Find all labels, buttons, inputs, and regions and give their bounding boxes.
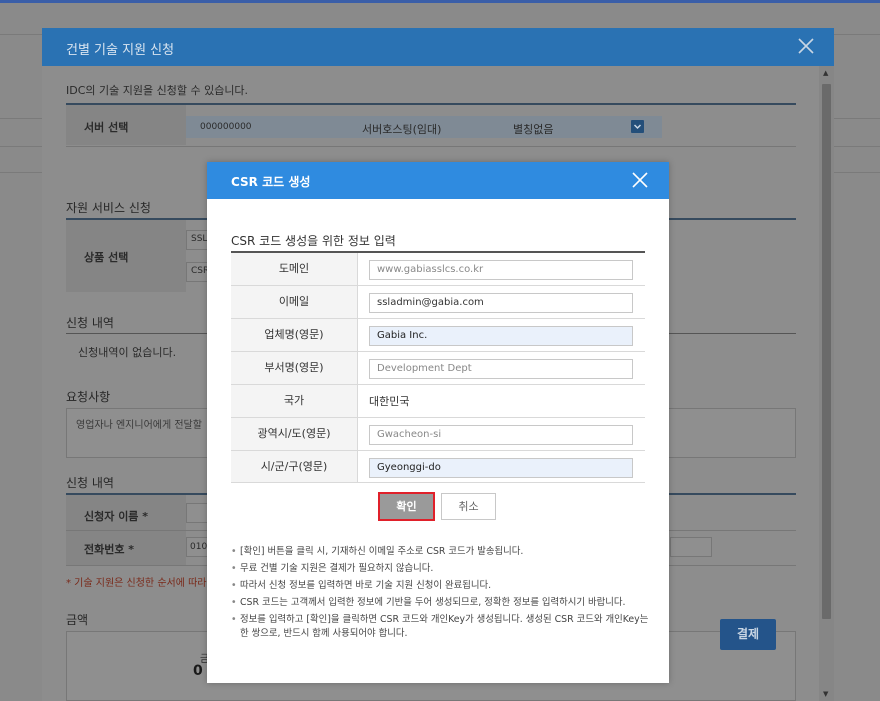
resource-section-title: 자원 서비스 신청 <box>66 201 151 215</box>
scroll-down-icon[interactable]: ▼ <box>823 690 828 698</box>
close-icon[interactable] <box>631 171 649 189</box>
table-row: 도메인 www.gabiasslcs.co.kr <box>231 253 645 286</box>
table-row: 국가 대한민국 <box>231 385 645 418</box>
request-placeholder: 영업자나 엔지니어에게 전달할 <box>76 420 202 431</box>
csr-modal: CSR 코드 생성 CSR 코드 생성을 위한 정보 입력 도메인 www.ga… <box>207 162 669 683</box>
scrollbar[interactable]: ▲ ▼ <box>819 66 834 701</box>
modal-header: 건별 기술 지원 신청 <box>42 28 834 66</box>
phone-label: 전화번호 * <box>84 543 135 556</box>
province-input[interactable]: Gwacheon-si <box>369 425 633 445</box>
list-item: 무료 건별 기술 지원은 결제가 필요하지 않습니다. <box>231 562 649 576</box>
history-section-title: 신청 내역 <box>66 316 114 330</box>
country-value: 대한민국 <box>369 395 410 408</box>
pay-button[interactable]: 결제 <box>720 619 776 650</box>
email-label: 이메일 <box>231 286 358 318</box>
csr-modal-title: CSR 코드 생성 <box>231 175 311 189</box>
province-label: 광역시/도(영문) <box>231 418 358 450</box>
product-option-ssl-label: SSL <box>191 234 208 244</box>
country-label: 국가 <box>231 385 358 417</box>
phone-value: 010 <box>190 542 208 552</box>
server-select-label: 서버 선택 <box>84 121 129 134</box>
notice-text: * 기술 지원은 신청한 순서에 따라 <box>66 578 207 589</box>
table-row: 광역시/도(영문) Gwacheon-si <box>231 418 645 451</box>
intro-text: IDC의 기술 지원을 신청할 수 있습니다. <box>66 84 249 97</box>
cancel-button[interactable]: 취소 <box>441 493 496 520</box>
list-item: [확인] 버튼을 클릭 시, 기재하신 이메일 주소로 CSR 코드가 발송됩니… <box>231 545 649 559</box>
list-item: 정보를 입력하고 [확인]을 클릭하면 CSR 코드와 개인Key가 생성됩니다… <box>231 613 649 641</box>
table-row: 업체명(영문) Gabia Inc. <box>231 319 645 352</box>
chevron-down-icon[interactable] <box>631 120 644 133</box>
product-select-label: 상품 선택 <box>84 251 129 264</box>
list-item: 따라서 신청 정보를 입력하면 바로 기술 지원 신청이 완료됩니다. <box>231 579 649 593</box>
server-id: 000000000 <box>200 122 252 132</box>
scroll-thumb[interactable] <box>822 84 831 619</box>
csr-form-heading: CSR 코드 생성을 위한 정보 입력 <box>231 234 396 248</box>
modal-title: 건별 기술 지원 신청 <box>66 43 175 58</box>
server-alias: 별칭없음 <box>513 123 554 136</box>
city-label: 시/군/구(영문) <box>231 451 358 482</box>
csr-modal-header: CSR 코드 생성 <box>207 162 669 199</box>
top-bar <box>0 0 880 3</box>
applicant-section-title: 신청 내역 <box>66 476 114 490</box>
domain-label: 도메인 <box>231 253 358 285</box>
company-input[interactable]: Gabia Inc. <box>369 326 633 346</box>
phone-input-extra[interactable] <box>670 537 712 557</box>
department-label: 부서명(영문) <box>231 352 358 384</box>
table-row: 시/군/구(영문) Gyeonggi-do <box>231 451 645 483</box>
company-label: 업체명(영문) <box>231 319 358 351</box>
close-icon[interactable] <box>796 36 816 56</box>
row-divider <box>66 146 796 147</box>
email-input[interactable]: ssladmin@gabia.com <box>369 293 633 313</box>
domain-input[interactable]: www.gabiasslcs.co.kr <box>369 260 633 280</box>
department-input[interactable]: Development Dept <box>369 359 633 379</box>
amount-section-title: 금액 <box>66 613 89 627</box>
notes-list: [확인] 버튼을 클릭 시, 기재하신 이메일 주소로 CSR 코드가 발송됩니… <box>231 545 649 644</box>
amount-value: 0 <box>193 663 203 679</box>
scroll-up-icon[interactable]: ▲ <box>823 69 828 77</box>
request-section-title: 요청사항 <box>66 390 111 404</box>
csr-form-table: 도메인 www.gabiasslcs.co.kr 이메일 ssladmin@ga… <box>231 253 645 483</box>
list-item: CSR 코드는 고객께서 입력한 정보에 기반을 두어 생성되므로, 정확한 정… <box>231 596 649 610</box>
table-row: 이메일 ssladmin@gabia.com <box>231 286 645 319</box>
confirm-button[interactable]: 확인 <box>378 492 435 521</box>
history-empty-text: 신청내역이 없습니다. <box>78 346 177 359</box>
table-row: 부서명(영문) Development Dept <box>231 352 645 385</box>
city-input[interactable]: Gyeonggi-do <box>369 458 633 478</box>
applicant-name-label: 신청자 이름 * <box>84 510 149 523</box>
server-type: 서버호스팅(임대) <box>362 123 442 136</box>
